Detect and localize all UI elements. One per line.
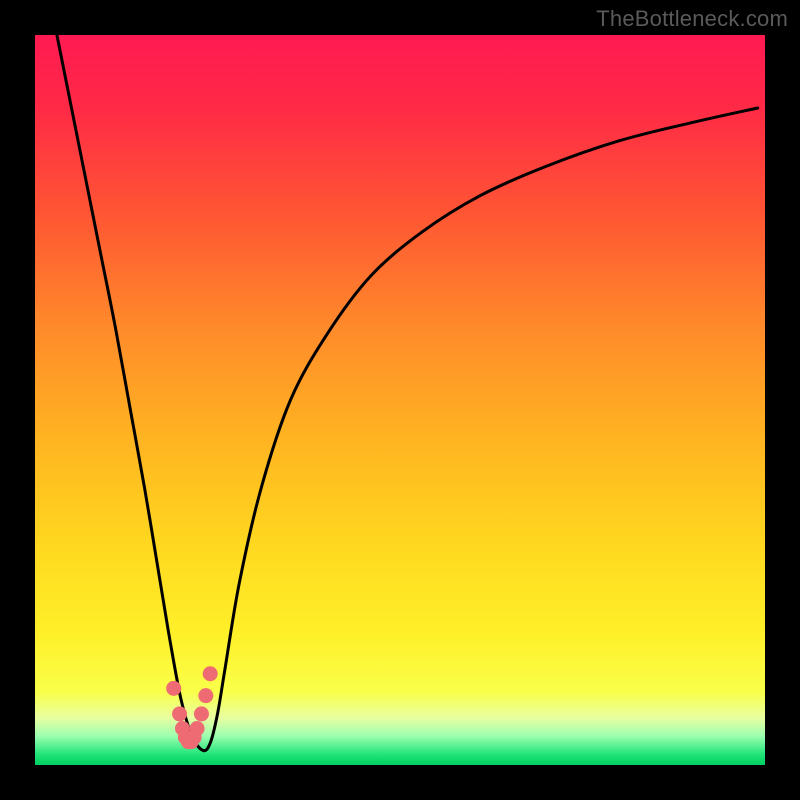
plot-area	[35, 35, 765, 765]
optimal-dot	[194, 706, 209, 721]
optimal-dot	[190, 721, 205, 736]
optimal-dot	[198, 688, 213, 703]
chart-svg	[35, 35, 765, 765]
watermark-text: TheBottleneck.com	[596, 6, 788, 32]
chart-frame: TheBottleneck.com	[0, 0, 800, 800]
optimal-dot	[172, 706, 187, 721]
optimal-dot	[166, 681, 181, 696]
optimal-dot	[203, 666, 218, 681]
gradient-background	[35, 35, 765, 765]
